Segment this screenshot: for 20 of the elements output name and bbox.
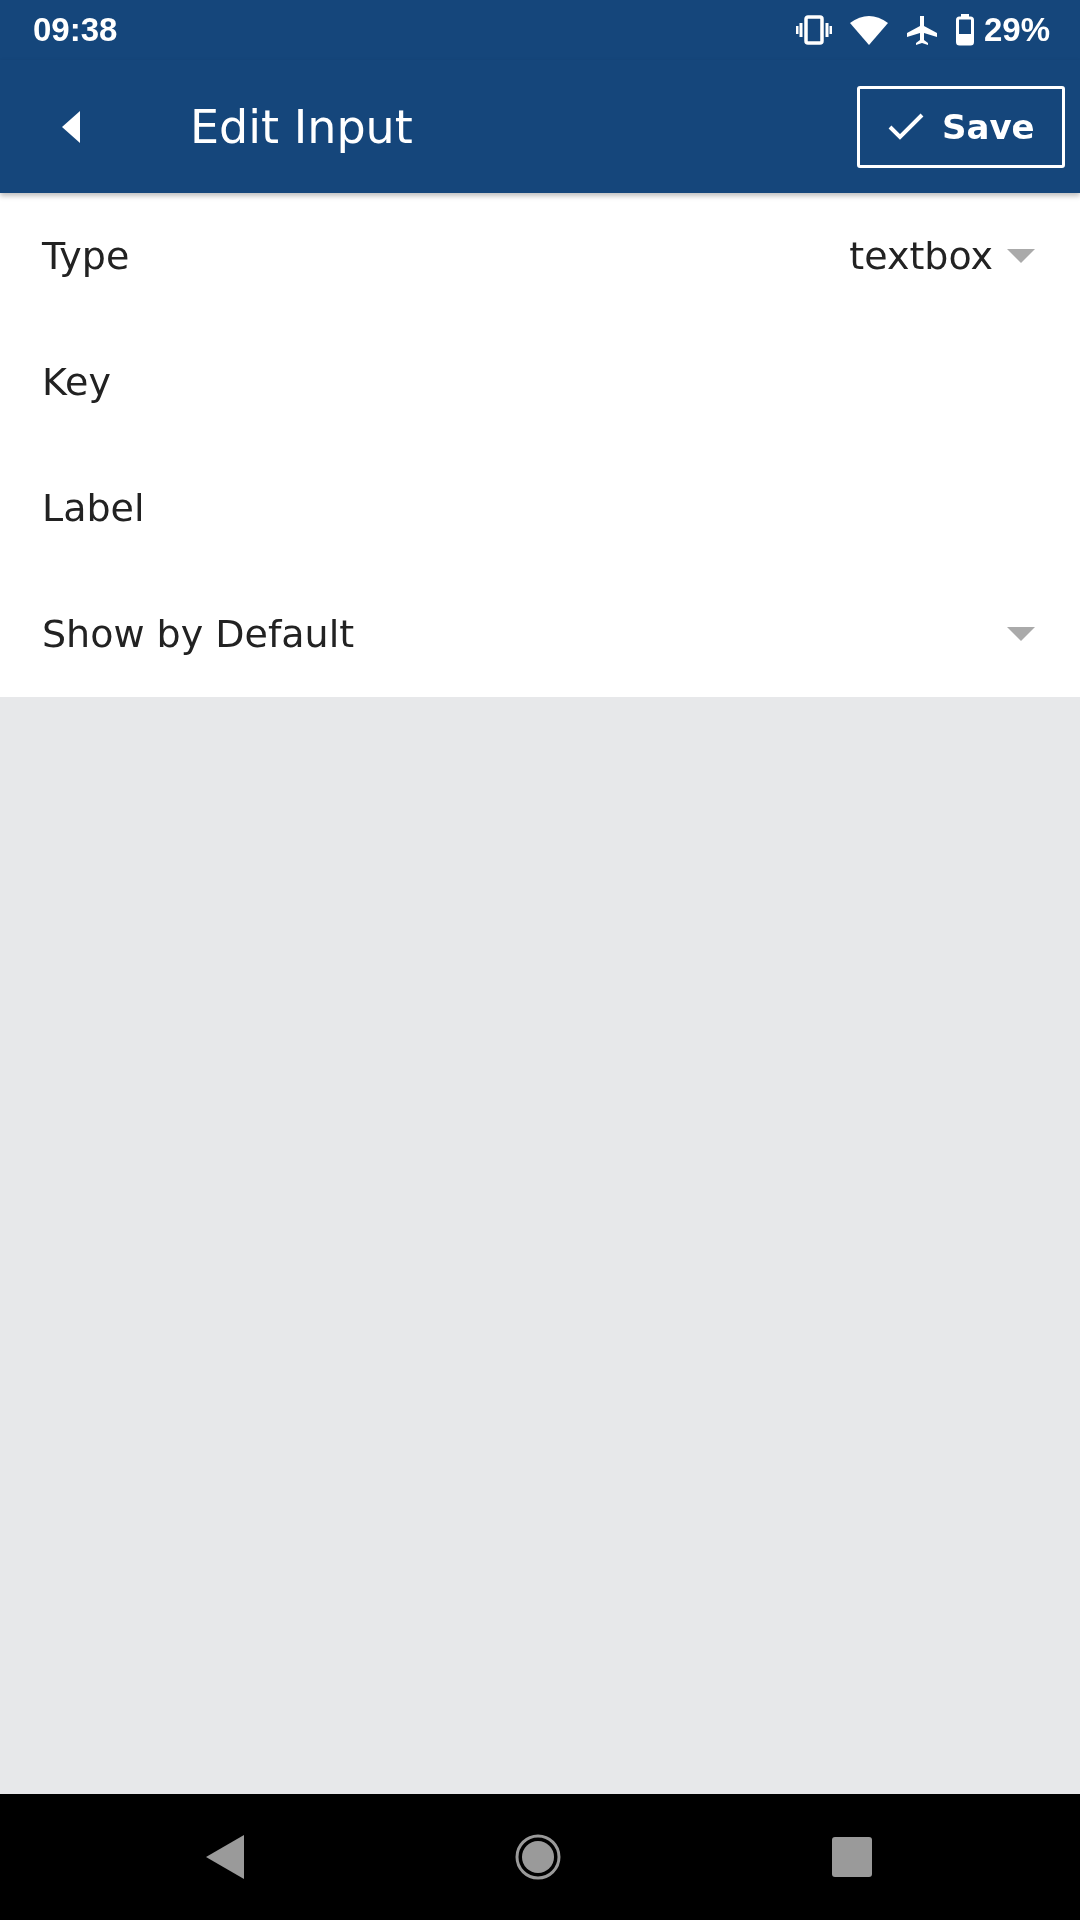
dropdown-caret-icon [1007, 249, 1035, 263]
airplane-icon [905, 14, 938, 46]
status-time: 09:38 [33, 11, 118, 49]
battery-icon [955, 14, 974, 46]
check-icon [888, 112, 924, 141]
nav-home-icon[interactable] [514, 1833, 562, 1881]
field-label: Show by Default [42, 612, 355, 656]
screen-title: Edit Input [190, 99, 414, 154]
back-icon[interactable] [62, 110, 80, 143]
dropdown-caret-icon [1007, 627, 1035, 641]
field-label: Key [42, 360, 111, 404]
wifi-icon [849, 15, 888, 45]
save-button[interactable]: Save [857, 85, 1065, 168]
field-label: Type [42, 234, 130, 278]
nav-back-icon[interactable] [206, 1835, 244, 1879]
battery-percentage: 29% [983, 11, 1050, 49]
vibrate-icon [795, 15, 832, 45]
dropdown-field[interactable] [1007, 627, 1035, 641]
field-label: Label [42, 486, 145, 530]
dropdown-field[interactable]: textbox [849, 234, 1035, 278]
